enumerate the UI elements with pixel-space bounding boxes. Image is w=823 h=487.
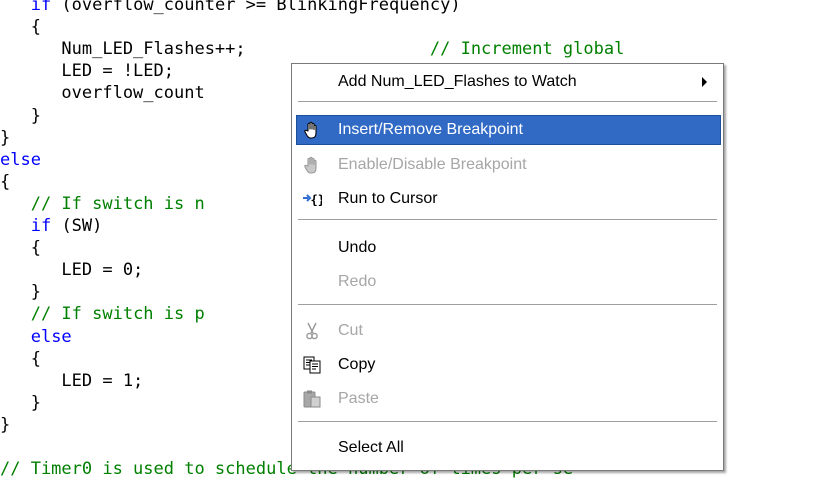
code-line: { [0,348,41,370]
scissors-icon [306,322,318,340]
menu-item-copy[interactable]: Copy [296,350,721,380]
menu-item-label: Select All [338,439,404,456]
code-line: } [0,392,41,414]
code-text: LED = !LED; [0,61,174,81]
code-line: } [0,281,41,303]
context-menu: Add Num_LED_Flashes to Watch Insert/Remo… [291,63,724,471]
copy-icon [303,356,321,374]
code-text: { [0,349,41,369]
code-line: if (overflow_counter >= BlinkingFrequenc… [0,0,461,16]
menu-item-label: Run to Cursor [338,190,438,207]
code-line: { [0,171,10,193]
menu-item-label: Redo [338,273,377,290]
run-to-cursor-icon: {} [303,193,323,207]
code-line: Num_LED_Flashes++; // Increment global [0,38,624,60]
menu-separator [298,421,717,423]
code-keyword: else [0,150,41,170]
menu-item-run-to-cursor[interactable]: {} Run to Cursor [296,184,721,214]
code-text: } [0,106,41,126]
menu-separator [298,101,717,103]
menu-item-label: Cut [338,322,363,339]
code-keyword: if [30,0,52,15]
code-line: } [0,105,41,127]
code-keyword: else [30,327,72,347]
menu-item-paste[interactable]: Paste [296,384,721,414]
code-line: else [0,149,41,171]
menu-item-cut[interactable]: Cut [296,316,721,346]
code-text: } [0,128,11,148]
svg-text:{}: {} [311,193,323,207]
code-line: LED = 0; [0,259,143,281]
code-text: } [0,282,41,302]
menu-item-insert-remove-breakpoint[interactable]: Insert/Remove Breakpoint [296,115,721,145]
code-line: else [0,326,72,348]
menu-item-undo[interactable]: Undo [296,233,721,263]
code-text: (SW) [51,216,103,236]
code-text: overflow_count [0,83,205,103]
code-line: } [0,414,10,436]
code-text: } [0,415,11,435]
code-text: LED = 1; [0,371,144,391]
code-comment: // If switch is p [30,304,205,324]
code-text: LED = 0; [0,260,144,280]
code-line: // If switch is p [0,303,205,325]
menu-item-label: Paste [338,390,379,407]
code-text: { [0,238,41,258]
menu-item-add-to-watch[interactable]: Add Num_LED_Flashes to Watch [296,67,721,97]
code-line: { [0,16,41,38]
code-line: LED = 1; [0,370,143,392]
menu-item-label: Insert/Remove Breakpoint [338,121,523,138]
hand-icon [304,156,317,174]
code-keyword: if [30,216,52,236]
code-text: } [0,393,41,413]
hand-icon [304,121,317,139]
submenu-arrow-icon [702,77,707,87]
clipboard-icon [303,390,321,408]
code-comment: // If switch is n [30,194,205,214]
menu-item-label: Add Num_LED_Flashes to Watch [338,73,577,90]
menu-separator [298,219,717,221]
code-text: { [0,172,11,192]
menu-item-enable-disable-breakpoint[interactable]: Enable/Disable Breakpoint [296,150,721,180]
menu-item-label: Copy [338,356,376,373]
code-line: { [0,237,41,259]
menu-item-select-all[interactable]: Select All [296,433,721,463]
menu-separator [298,304,717,306]
code-text: { [0,17,41,37]
menu-item-label: Enable/Disable Breakpoint [338,156,527,173]
code-text: (overflow_counter >= BlinkingFrequency) [51,0,461,15]
code-line: if (SW) [0,215,103,237]
code-text: Num_LED_Flashes++; [0,39,246,59]
code-comment: // Increment global [429,39,625,59]
menu-item-redo[interactable]: Redo [296,267,721,297]
menu-item-label: Undo [338,239,377,256]
code-line: // If switch is n [0,193,205,215]
code-line: } [0,127,10,149]
